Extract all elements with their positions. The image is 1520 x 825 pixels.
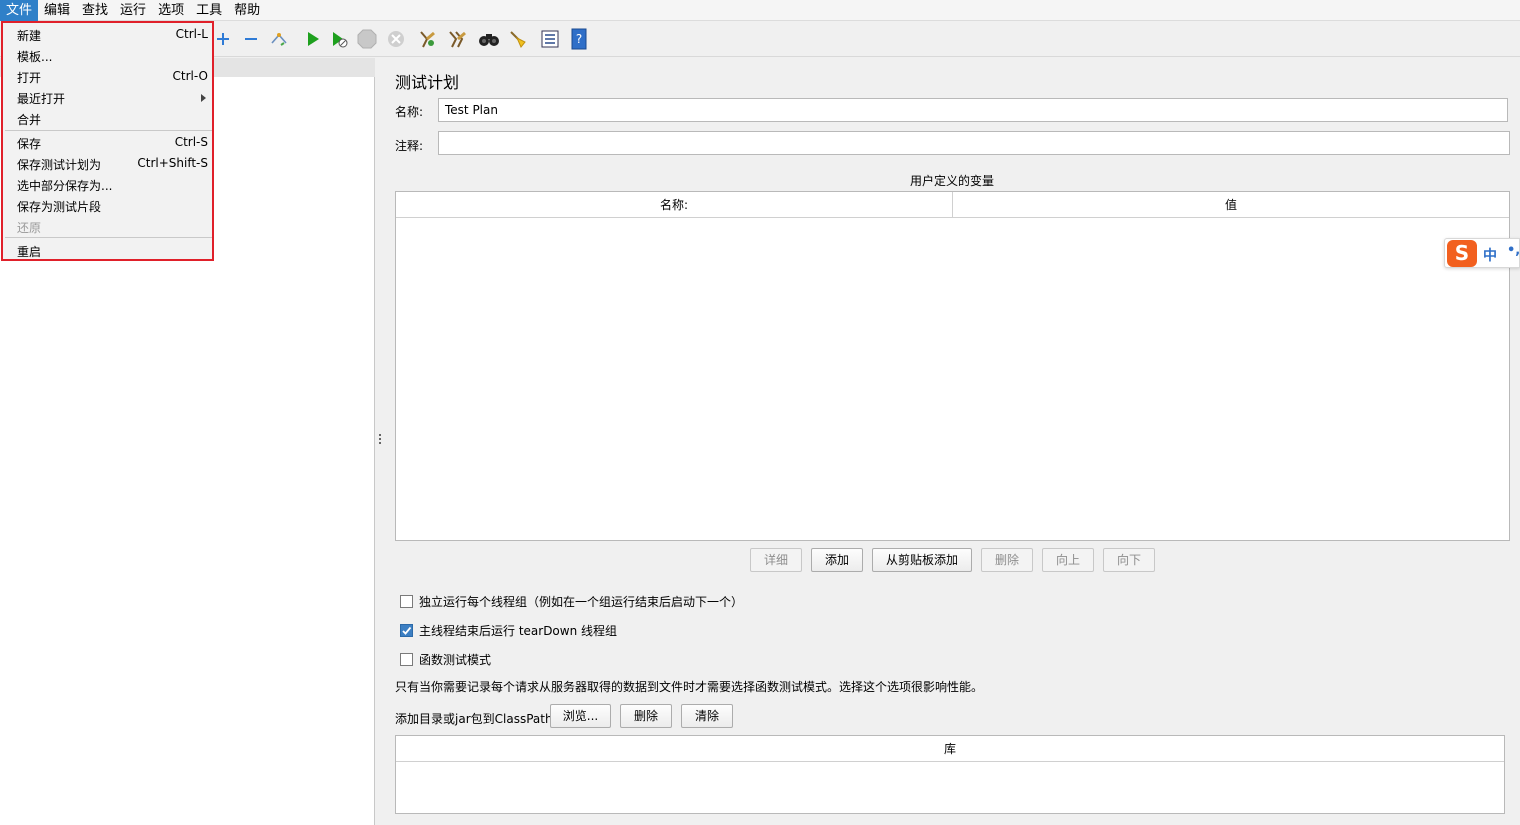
- name-field[interactable]: Test Plan: [438, 98, 1508, 122]
- menu-item-shortcut: Ctrl-O: [172, 69, 208, 83]
- add-button[interactable]: 添加: [811, 548, 863, 572]
- menu-item-recent[interactable]: 最近打开: [3, 87, 212, 108]
- menu-search[interactable]: 查找: [76, 0, 114, 21]
- remove-icon[interactable]: [240, 28, 262, 50]
- udv-section-title: 用户定义的变量: [909, 174, 994, 188]
- start-no-pause-icon[interactable]: [328, 28, 350, 50]
- functional-mode-note: 只有当你需要记录每个请求从服务器取得的数据到文件时才需要选择函数测试模式。选择这…: [395, 680, 984, 694]
- udv-table-header: 名称: 值: [396, 192, 1509, 218]
- menu-item-label: 模板...: [17, 50, 53, 64]
- ime-logo-icon[interactable]: S: [1447, 240, 1477, 267]
- ime-toolbar[interactable]: S 中 •,: [1444, 238, 1520, 268]
- toolbar: ?: [0, 22, 1520, 57]
- teardown-option[interactable]: 主线程结束后运行 tearDown 线程组: [400, 622, 617, 639]
- udv-column-value[interactable]: 值: [953, 192, 1509, 217]
- menu-item-label: 打开: [17, 71, 42, 85]
- checkmark-icon: [402, 626, 412, 635]
- menu-item-label: 保存: [17, 137, 42, 151]
- test-plan-panel: 测试计划 名称: Test Plan 注释: 用户定义的变量 名称: 值 详细 …: [384, 58, 1520, 825]
- browse-button[interactable]: 浏览...: [550, 704, 611, 728]
- teardown-checkbox[interactable]: [400, 624, 413, 637]
- udv-table[interactable]: 名称: 值: [395, 191, 1510, 541]
- classpath-label: 添加目录或jar包到ClassPath: [395, 712, 553, 726]
- menu-item-save[interactable]: 保存 Ctrl-S: [3, 132, 212, 153]
- menu-item-label: 合并: [17, 113, 42, 127]
- udv-column-name[interactable]: 名称:: [396, 192, 953, 217]
- menu-edit[interactable]: 编辑: [38, 0, 76, 21]
- library-column[interactable]: 库: [396, 736, 1504, 761]
- library-table-header: 库: [396, 736, 1504, 762]
- ime-mode-toggle[interactable]: 中: [1483, 245, 1497, 265]
- reset-search-broom-icon[interactable]: [507, 28, 529, 50]
- menu-item-label: 新建: [17, 29, 42, 43]
- serial-threadgroups-label: 独立运行每个线程组（例如在一个组运行结束后启动下一个）: [419, 595, 744, 609]
- menu-item-label: 重启: [17, 245, 42, 259]
- menu-separator: [5, 237, 212, 238]
- start-icon[interactable]: [302, 28, 324, 50]
- panel-splitter[interactable]: [376, 58, 384, 825]
- functional-mode-label: 函数测试模式: [419, 653, 492, 667]
- clear-all-icon[interactable]: [446, 28, 468, 50]
- teardown-label: 主线程结束后运行 tearDown 线程组: [419, 624, 618, 638]
- help-icon[interactable]: ?: [568, 28, 590, 50]
- comment-label: 注释:: [395, 139, 424, 153]
- menu-item-save-as[interactable]: 保存测试计划为 Ctrl+Shift-S: [3, 153, 212, 174]
- menu-item-new[interactable]: 新建 Ctrl-L: [3, 24, 212, 45]
- library-table[interactable]: 库: [395, 735, 1505, 814]
- menu-run[interactable]: 运行: [114, 0, 152, 21]
- menu-item-save-as-fragment[interactable]: 保存为测试片段: [3, 195, 212, 216]
- functional-mode-checkbox[interactable]: [400, 653, 413, 666]
- submenu-arrow-icon: [201, 94, 206, 102]
- delete-button[interactable]: 删除: [981, 548, 1033, 572]
- menu-item-shortcut: Ctrl+Shift-S: [137, 156, 208, 170]
- menu-item-templates[interactable]: 模板...: [3, 45, 212, 66]
- menu-item-merge[interactable]: 合并: [3, 108, 212, 129]
- file-menu-dropdown: 新建 Ctrl-L 模板... 打开 Ctrl-O 最近打开 合并 保存 Ctr…: [1, 21, 214, 261]
- serial-threadgroups-option[interactable]: 独立运行每个线程组（例如在一个组运行结束后启动下一个）: [400, 593, 743, 610]
- menu-options[interactable]: 选项: [152, 0, 190, 21]
- menu-file[interactable]: 文件: [0, 0, 39, 21]
- menu-help[interactable]: 帮助: [228, 0, 266, 21]
- menu-item-restart[interactable]: 重启: [3, 240, 212, 261]
- clear-icon[interactable]: [416, 28, 438, 50]
- menubar: 文件 编辑 查找 运行 选项 工具 帮助: [0, 0, 1520, 21]
- comment-field[interactable]: [438, 131, 1510, 155]
- menu-item-label: 最近打开: [17, 92, 66, 106]
- search-binoculars-icon[interactable]: [478, 28, 500, 50]
- classpath-clear-button[interactable]: 清除: [681, 704, 733, 728]
- shutdown-icon[interactable]: [385, 28, 407, 50]
- menu-item-label: 保存测试计划为: [17, 158, 102, 172]
- add-icon[interactable]: [212, 28, 234, 50]
- toggle-icon[interactable]: [268, 28, 290, 50]
- splitter-grip-icon[interactable]: [378, 434, 382, 448]
- svg-text:?: ?: [576, 32, 582, 46]
- ime-punctuation-toggle[interactable]: •,: [1507, 243, 1520, 258]
- move-up-button[interactable]: 向上: [1042, 548, 1094, 572]
- menu-item-label: 还原: [17, 221, 42, 235]
- functional-mode-option[interactable]: 函数测试模式: [400, 651, 491, 668]
- classpath-delete-button[interactable]: 删除: [620, 704, 672, 728]
- function-helper-icon[interactable]: [539, 28, 561, 50]
- menu-item-open[interactable]: 打开 Ctrl-O: [3, 66, 212, 87]
- serial-threadgroups-checkbox[interactable]: [400, 595, 413, 608]
- menu-item-label: 选中部分保存为...: [17, 179, 113, 193]
- menu-item-revert[interactable]: 还原: [3, 216, 212, 237]
- menu-item-shortcut: Ctrl-S: [174, 135, 208, 149]
- menu-item-label: 保存为测试片段: [17, 200, 102, 214]
- detail-button[interactable]: 详细: [750, 548, 802, 572]
- move-down-button[interactable]: 向下: [1103, 548, 1155, 572]
- menu-tools[interactable]: 工具: [190, 0, 228, 21]
- page-title: 测试计划: [395, 73, 460, 92]
- add-from-clipboard-button[interactable]: 从剪贴板添加: [872, 548, 972, 572]
- name-label: 名称:: [395, 105, 424, 119]
- menu-item-shortcut: Ctrl-L: [175, 27, 208, 41]
- menu-item-save-selection-as[interactable]: 选中部分保存为...: [3, 174, 212, 195]
- stop-icon[interactable]: [356, 28, 378, 50]
- menu-separator: [5, 130, 212, 131]
